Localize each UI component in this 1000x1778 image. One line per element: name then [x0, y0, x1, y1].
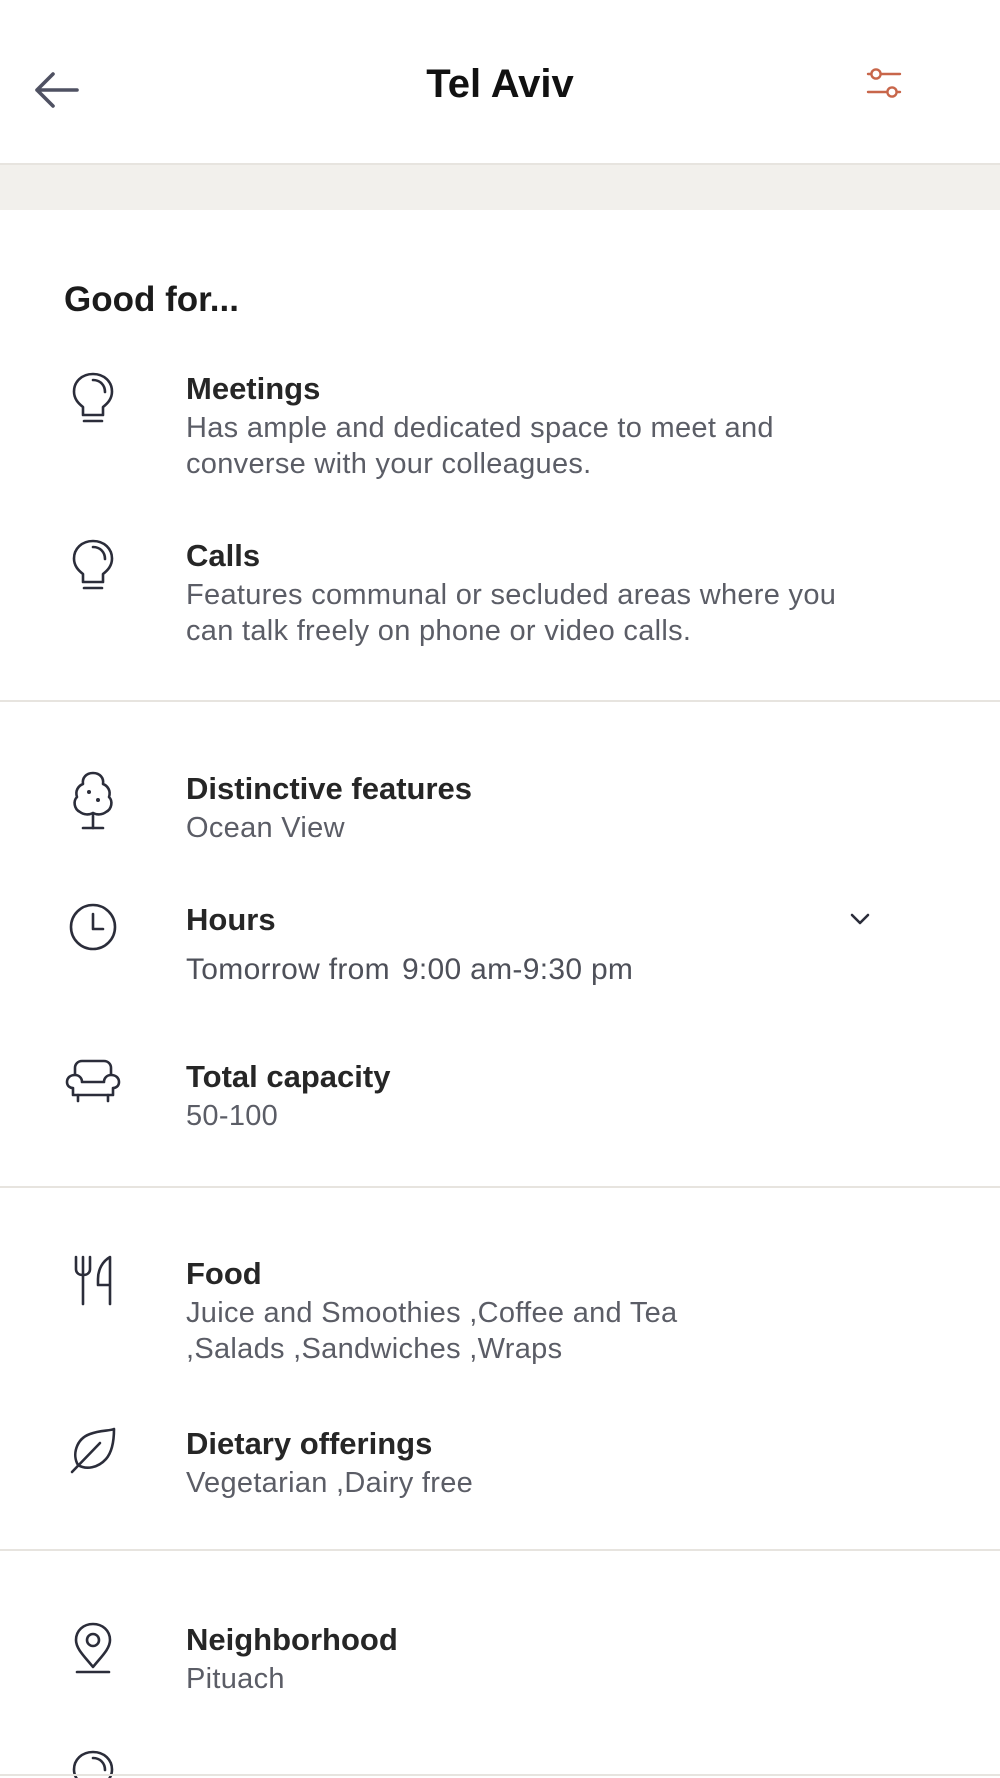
good-for-title: Good for...	[64, 280, 239, 319]
total-capacity-label: Total capacity	[186, 1059, 391, 1094]
neighborhood-value: Pituach	[186, 1663, 285, 1695]
armchair-icon	[58, 1058, 128, 1128]
hours-label: Hours	[186, 902, 276, 937]
calls-description: Features communal or secluded areas wher…	[186, 579, 837, 647]
leaf-icon	[58, 1425, 128, 1495]
hours-line: Tomorrow from 9:00 am-9:30 pm	[186, 953, 866, 987]
total-capacity-value: 50-100	[186, 1100, 279, 1132]
hours-prefix: Tomorrow from	[186, 953, 390, 986]
map-pin-icon	[58, 1621, 128, 1691]
lightbulb-icon	[58, 537, 128, 607]
sliders-icon	[866, 67, 902, 101]
section-divider	[0, 1186, 1000, 1188]
distinctive-features-value: Ocean View	[186, 812, 345, 844]
neighborhood-label: Neighborhood	[186, 1622, 398, 1657]
tree-icon	[58, 770, 128, 840]
hours-value: 9:00 am-9:30 pm	[401, 953, 634, 986]
separator-band	[0, 165, 1000, 210]
food-value: Juice and Smoothies ,Coffee and Tea ,Sal…	[186, 1297, 678, 1365]
section-divider	[0, 700, 1000, 702]
distinctive-features-label: Distinctive features	[186, 771, 472, 806]
lightbulb-icon	[58, 370, 128, 440]
fork-knife-icon	[58, 1255, 128, 1325]
page-title: Tel Aviv	[426, 62, 574, 106]
bottom-divider	[0, 1774, 1000, 1776]
food-label: Food	[186, 1256, 262, 1291]
dietary-offerings-value: Vegetarian ,Dairy free	[186, 1467, 474, 1499]
app-screen: Tel Aviv Good for... Meetings Has ample …	[0, 0, 1000, 1778]
meetings-description: Has ample and dedicated space to meet an…	[186, 412, 774, 480]
chevron-down-icon	[849, 912, 871, 926]
clock-icon	[58, 901, 128, 971]
dietary-offerings-label: Dietary offerings	[186, 1426, 433, 1461]
header: Tel Aviv	[0, 0, 1000, 163]
hours-expand-button[interactable]	[842, 901, 878, 937]
meetings-label: Meetings	[186, 371, 321, 406]
section-divider	[0, 1549, 1000, 1551]
calls-label: Calls	[186, 538, 261, 573]
filter-button[interactable]	[858, 58, 910, 110]
